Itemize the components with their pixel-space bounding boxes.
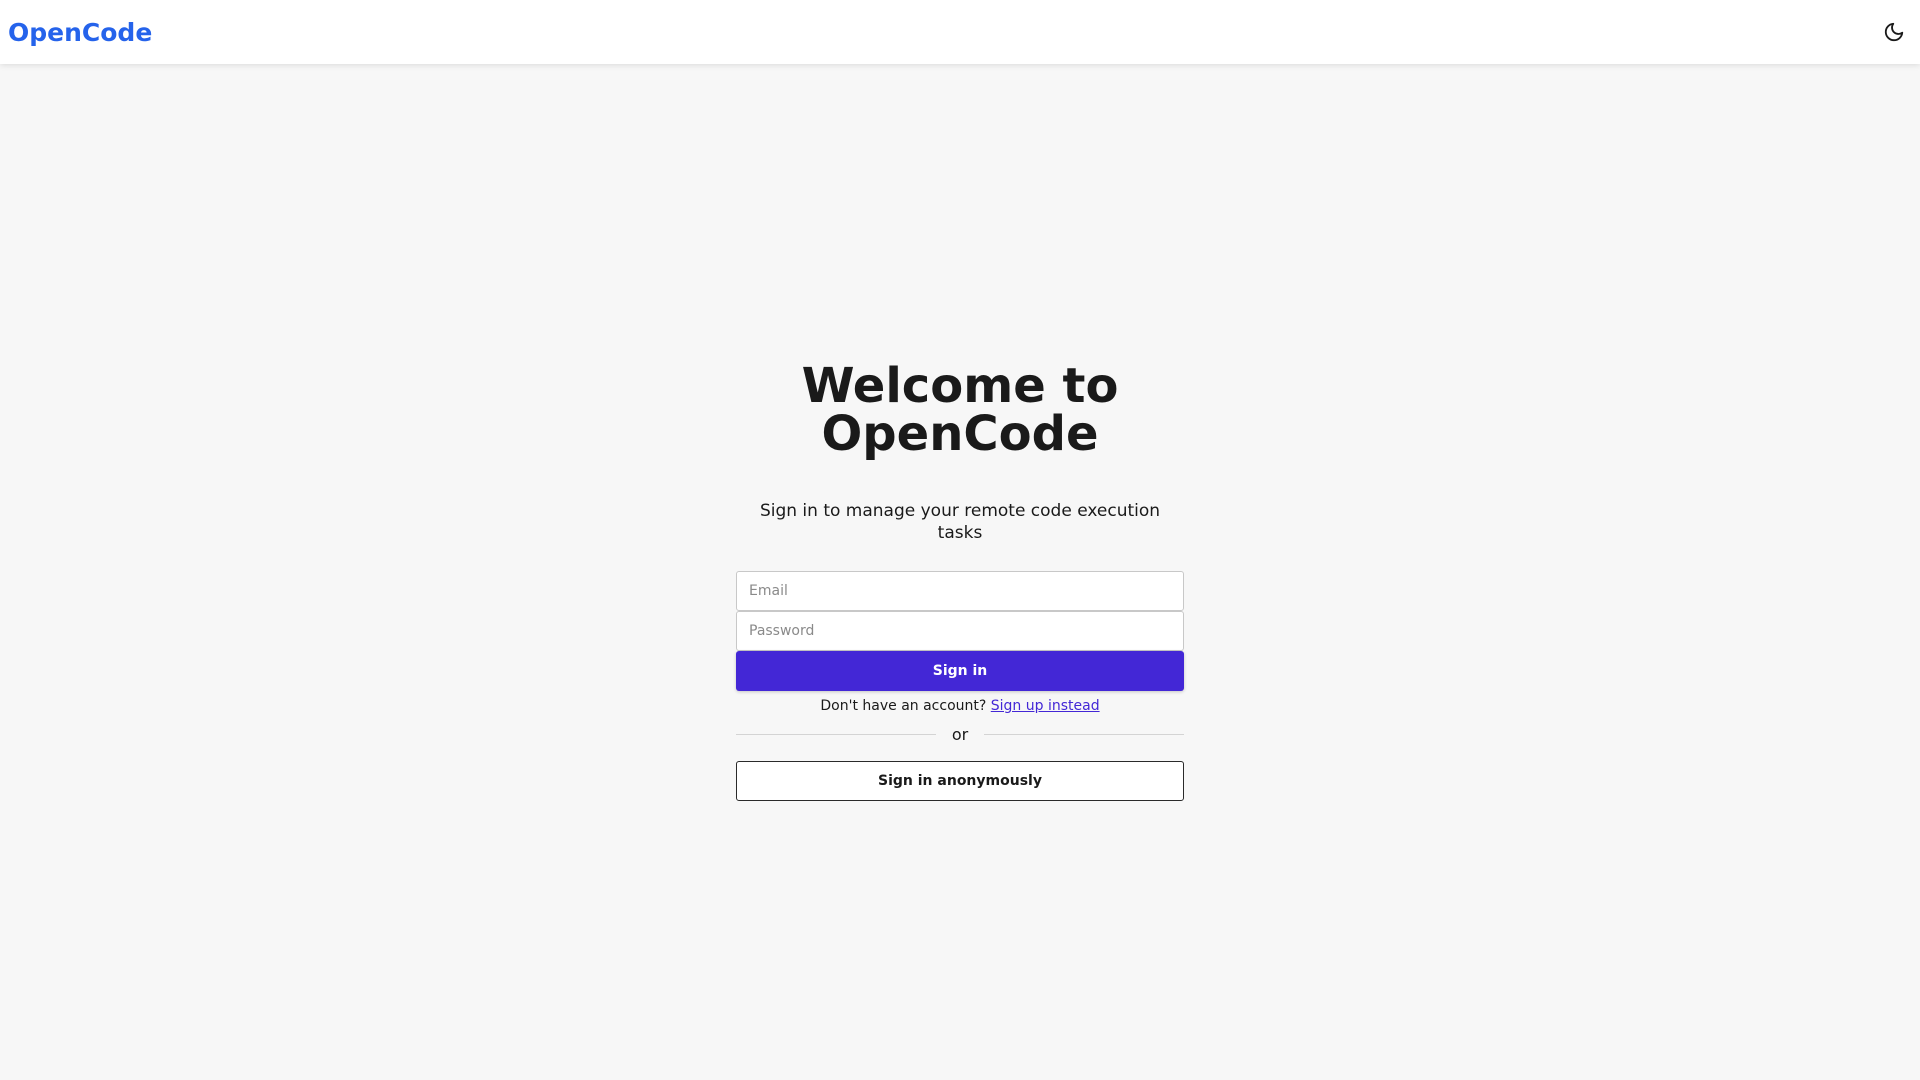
sign-up-link[interactable]: Sign up instead [991,698,1100,714]
divider-line-left [736,733,936,735]
theme-toggle-button[interactable] [1874,12,1914,52]
sign-up-prompt: Don't have an account? Sign up instead [820,697,1099,715]
divider-line-right [984,733,1184,735]
no-account-text: Don't have an account? [820,698,987,714]
sign-in-anonymously-button[interactable]: Sign in anonymously [736,761,1184,801]
brand-logo[interactable]: OpenCode [8,18,152,47]
email-input[interactable] [736,571,1184,611]
or-divider: or [736,723,1184,745]
sign-in-card: Welcome to OpenCode Sign in to manage yo… [736,362,1184,801]
sign-in-button[interactable]: Sign in [736,651,1184,691]
moon-icon [1884,22,1904,42]
top-header: OpenCode [0,0,1920,64]
page-title-line2: OpenCode [821,406,1099,462]
page-subtitle: Sign in to manage your remote code execu… [759,501,1161,543]
main-content: Welcome to OpenCode Sign in to manage yo… [0,64,1920,1080]
page-title: Welcome to OpenCode [736,362,1184,458]
sign-in-form: Sign in [736,571,1184,691]
divider-text: or [951,724,969,744]
password-input[interactable] [736,611,1184,651]
